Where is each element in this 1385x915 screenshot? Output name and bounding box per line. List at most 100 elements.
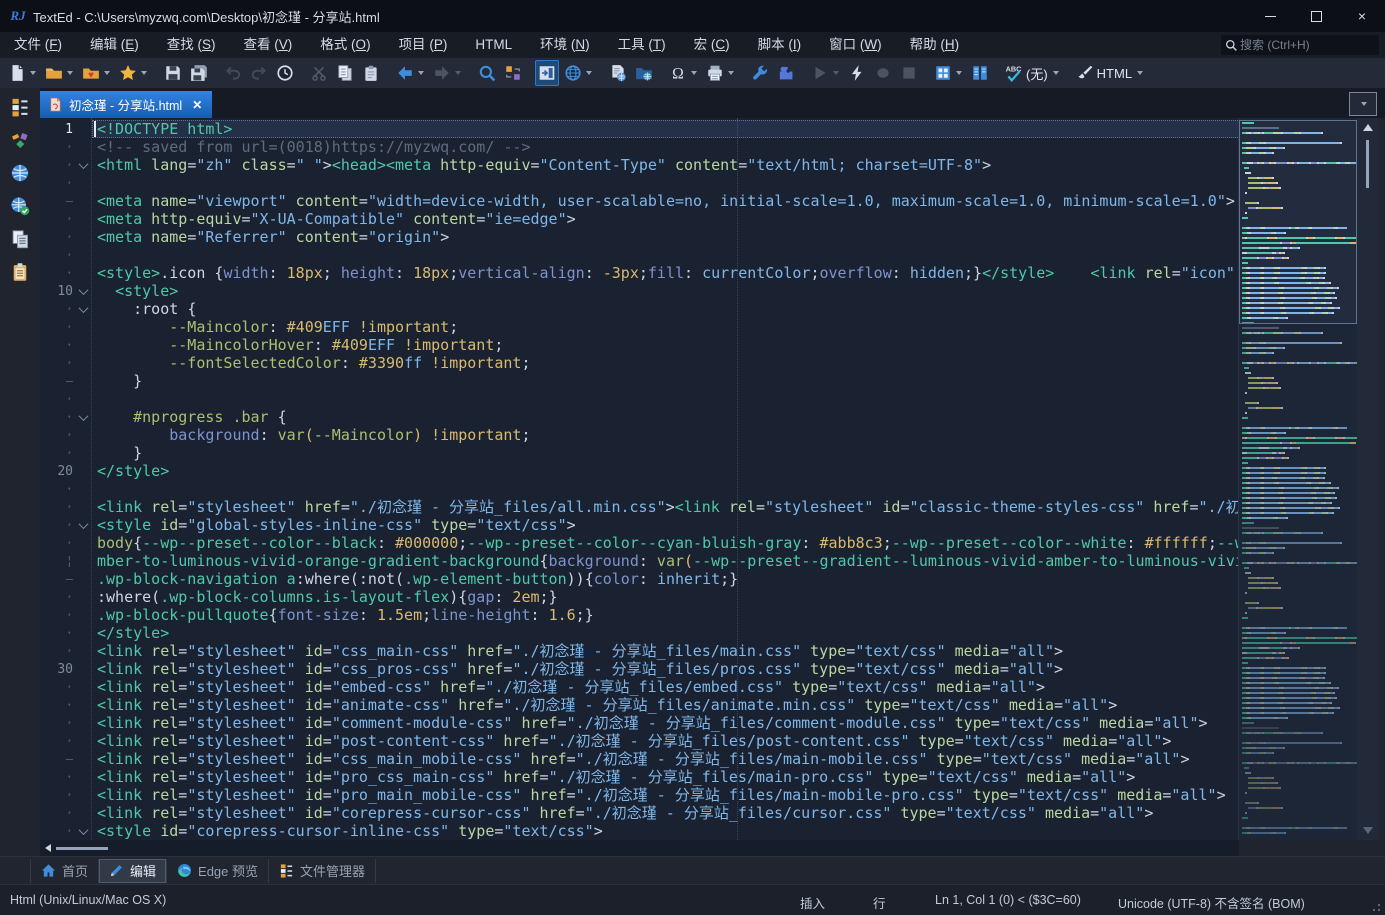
code-line[interactable]: </style> [92,624,1238,642]
minimap-viewport[interactable] [1239,120,1357,324]
gutter-line[interactable]: 1 [40,120,91,138]
gutter-line[interactable]: · [40,408,91,426]
gutter-line[interactable]: · [40,336,91,354]
nav-back-button[interactable] [393,60,428,86]
gutter-line[interactable]: · [40,426,91,444]
gutter-line[interactable]: · [40,138,91,156]
code-line[interactable]: --fontSelectedColor: #3390ff !important; [92,354,1238,372]
chevron-down-icon[interactable] [418,71,424,75]
sidebar-web-validate-button[interactable] [5,193,35,223]
gutter-line[interactable]: · [40,534,91,552]
gutter-line[interactable]: · [40,300,91,318]
code-line[interactable]: <link rel="stylesheet" id="animate-css" … [92,696,1238,714]
code-line[interactable]: <meta name="Referrer" content="origin"> [92,228,1238,246]
menu-view[interactable]: 查看 (V) [230,32,307,58]
fold-toggle-icon[interactable] [75,822,91,840]
code-line[interactable]: --MaincolorHover: #409EFF !important; [92,336,1238,354]
gutter-line[interactable]: · [40,696,91,714]
code-line[interactable]: --Maincolor: #409EFF !important; [92,318,1238,336]
sidebar-snippets-button[interactable] [5,127,35,157]
minimap[interactable] [1238,118,1357,840]
paste-button[interactable] [359,60,383,86]
code-line[interactable]: <link rel="stylesheet" id="css_main-css"… [92,642,1238,660]
status-encoding[interactable]: Unicode (UTF-8) 不含签名 (BOM) [1118,893,1305,912]
menu-window[interactable]: 窗口 (W) [815,32,896,58]
code-line[interactable]: <meta http-equiv="X-UA-Compatible" conte… [92,210,1238,228]
chevron-down-icon[interactable] [691,71,697,75]
gutter-line[interactable]: · [40,588,91,606]
fold-toggle-icon[interactable] [75,516,91,534]
chevron-down-icon[interactable] [1137,71,1143,75]
gutter-line[interactable]: · [40,786,91,804]
code-line[interactable]: <style id="global-styles-inline-css" typ… [92,516,1238,534]
status-cursor-position[interactable]: Ln 1, Col 1 (0) < ($3C=60) [935,893,1081,907]
gutter-line[interactable]: · [40,318,91,336]
record-macro-button[interactable] [871,60,895,86]
menu-file[interactable]: 文件 (F) [0,32,76,58]
status-line-mode[interactable]: 行 [873,893,886,912]
side-panel-toggle-button[interactable] [535,60,559,86]
gutter-line[interactable]: · [40,264,91,282]
fold-toggle-icon[interactable] [75,300,91,318]
print-button[interactable] [703,60,738,86]
gutter[interactable]: 1···–····10····–····20····¦–····30····–·… [40,118,92,840]
view-tab-file-manager[interactable]: 文件管理器 [269,859,376,883]
vertical-scroll-thumb[interactable] [1366,140,1369,188]
chevron-down-icon[interactable] [455,71,461,75]
gutter-line[interactable]: · [40,678,91,696]
code-line[interactable]: <style> [92,282,1238,300]
gutter-line[interactable]: · [40,732,91,750]
gutter-line[interactable]: ¦ [40,552,91,570]
chevron-down-icon[interactable] [833,71,839,75]
menu-macro[interactable]: 宏 (C) [680,32,744,58]
sidebar-documents-button[interactable] [5,226,35,256]
open-in-browser-button[interactable] [632,60,656,86]
maximize-button[interactable] [1293,0,1339,32]
chevron-down-icon[interactable] [104,71,110,75]
chevron-down-icon[interactable] [30,71,36,75]
menu-find[interactable]: 查找 (S) [153,32,230,58]
plugins-button[interactable] [774,60,798,86]
chevron-down-icon[interactable] [728,71,734,75]
gutter-line[interactable]: · [40,354,91,372]
gutter-line[interactable]: · [40,480,91,498]
code-line[interactable]: background: var(--Maincolor) !important; [92,426,1238,444]
menu-tools[interactable]: 工具 (T) [604,32,680,58]
gutter-line[interactable]: · [40,804,91,822]
menu-script[interactable]: 脚本 (I) [744,32,816,58]
run-button[interactable] [808,60,843,86]
menu-environment[interactable]: 环境 (N) [526,32,604,58]
sidebar-web-preview-button[interactable] [5,160,35,190]
code-line[interactable]: <link rel="stylesheet" id="corepress-cur… [92,804,1238,822]
code-line[interactable] [92,390,1238,408]
gutter-line[interactable]: · [40,822,91,840]
code-line[interactable]: <link rel="stylesheet" id="comment-modul… [92,714,1238,732]
code-line[interactable]: <!-- saved from url=(0018)https://myzwq.… [92,138,1238,156]
gutter-line[interactable]: · [40,228,91,246]
code-line[interactable]: :where(.wp-block-columns.is-layout-flex)… [92,588,1238,606]
tab-list-button[interactable] [1349,92,1377,116]
chevron-down-icon[interactable] [141,71,147,75]
fold-toggle-icon[interactable] [75,282,91,300]
code-line[interactable]: .wp-block-pullquote{font-size: 1.5em;lin… [92,606,1238,624]
gutter-line[interactable]: – [40,570,91,588]
code-line[interactable]: <link rel="stylesheet" id="pro_main_mobi… [92,786,1238,804]
minimize-button[interactable] [1247,0,1293,32]
code-line[interactable]: mber-to-luminous-vivid-orange-gradient-b… [92,552,1238,570]
quick-run-button[interactable] [845,60,869,86]
view-tab-home[interactable]: 首页 [30,859,99,883]
search-input[interactable] [1238,37,1360,53]
gutter-line[interactable]: 10 [40,282,91,300]
browser-view-button[interactable] [561,60,596,86]
code-area[interactable]: <!DOCTYPE html><!-- saved from url=(0018… [92,118,1238,840]
code-line[interactable]: <style id="corepress-cursor-inline-css" … [92,822,1238,840]
open-file-button[interactable] [42,60,77,86]
code-line[interactable]: <link rel="stylesheet" href="./初念瑾 - 分享站… [92,498,1238,516]
code-line[interactable]: <link rel="stylesheet" id="embed-css" hr… [92,678,1238,696]
code-line[interactable] [92,480,1238,498]
horizontal-scrollbar[interactable] [40,840,1239,856]
gutter-line[interactable]: · [40,768,91,786]
code-line[interactable]: <meta name="viewport" content="width=dev… [92,192,1238,210]
code-line[interactable]: <html lang="zh" class=" "><head><meta ht… [92,156,1238,174]
code-line[interactable]: <style>.icon {width: 18px; height: 18px;… [92,264,1238,282]
